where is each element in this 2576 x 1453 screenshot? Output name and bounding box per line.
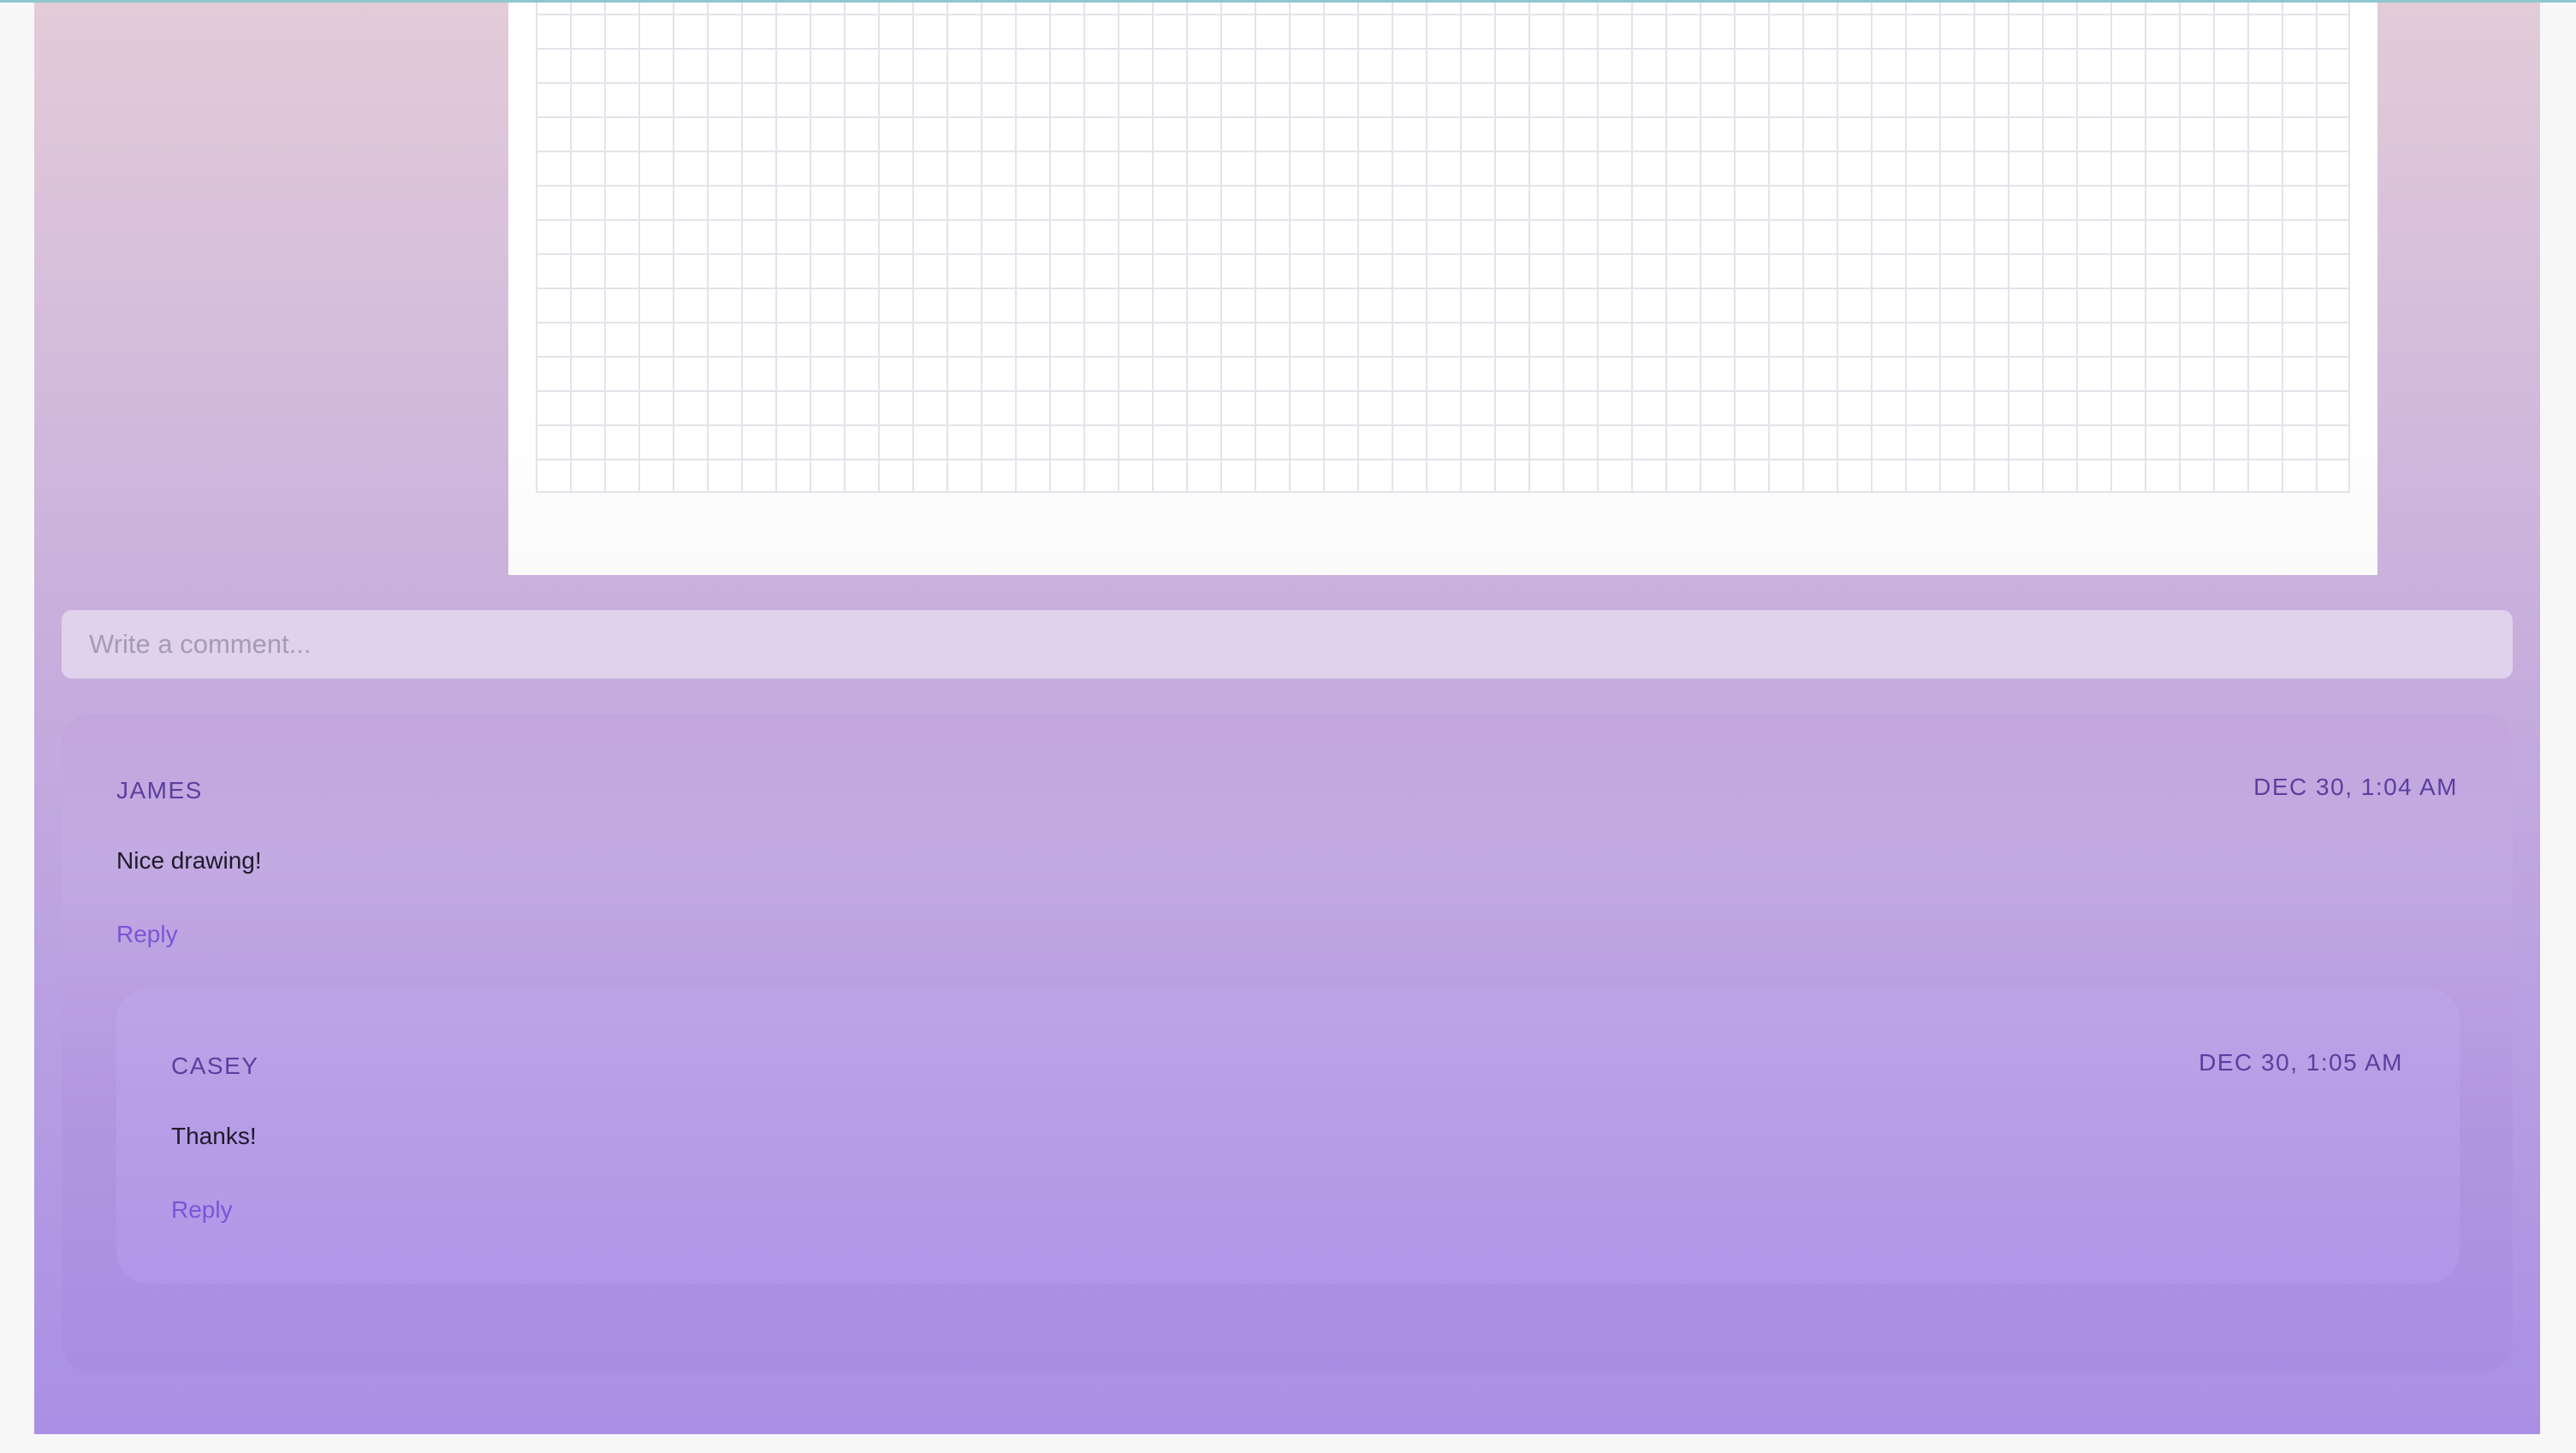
reply-comment-body: Thanks!: [171, 1123, 257, 1149]
right-margin: [2540, 0, 2576, 1453]
reply-comment-card: [116, 989, 2460, 1284]
comment-timestamp: DEC 30, 1:04 AM: [2253, 774, 2458, 800]
reply-comment-reply-button[interactable]: Reply: [171, 1196, 233, 1224]
reply-button[interactable]: Reply: [116, 921, 178, 948]
drawing-canvas-grid[interactable]: [536, 0, 2350, 493]
drawing-card: [508, 0, 2377, 575]
comment-input[interactable]: [62, 610, 2513, 679]
page-background: JAMES DEC 30, 1:04 AM Nice drawing! Repl…: [34, 0, 2540, 1434]
reply-comment-timestamp: DEC 30, 1:05 AM: [2199, 1049, 2403, 1076]
comment-author: JAMES: [116, 777, 203, 804]
top-border: [0, 0, 2576, 3]
reply-comment-author: CASEY: [171, 1053, 259, 1079]
comment-body: Nice drawing!: [116, 847, 262, 874]
